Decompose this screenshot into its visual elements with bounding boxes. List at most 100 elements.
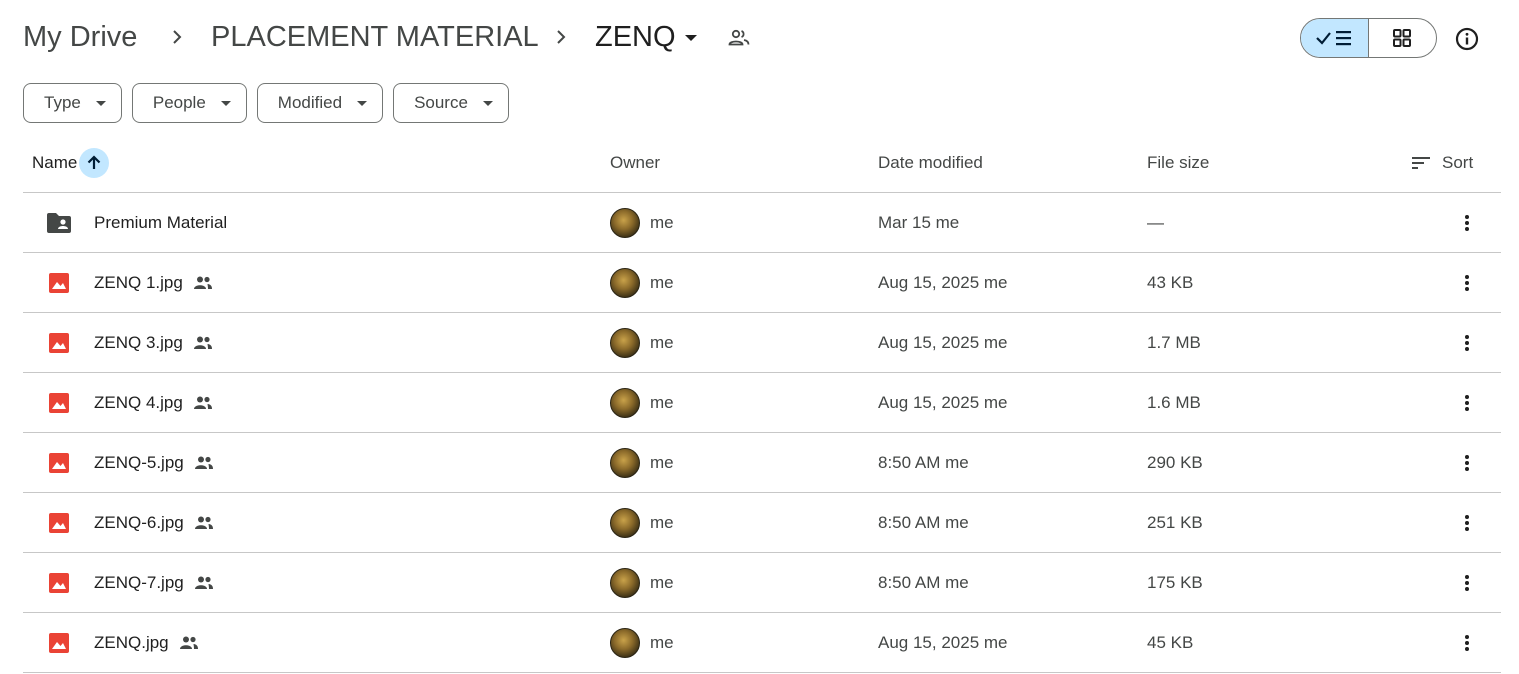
breadcrumb-current-folder[interactable]: ZENQ [595, 18, 676, 56]
column-name-header[interactable]: Name [32, 133, 110, 193]
file-size-cell: 45 KB [1147, 633, 1194, 652]
filter-people[interactable]: People [131, 83, 247, 123]
file-name: ZENQ-5.jpg [94, 453, 184, 472]
avatar [610, 268, 640, 298]
arrow-up-icon[interactable] [79, 148, 110, 178]
more-vert-icon[interactable] [1451, 613, 1483, 673]
table-row[interactable]: ZENQ-5.jpg me 8:50 AM me 290 KB [23, 433, 1501, 493]
filter-type[interactable]: Type [23, 83, 122, 123]
filter-label: People [152, 93, 206, 112]
date-modified-cell: 8:50 AM me [878, 573, 969, 592]
filter-label: Type [44, 93, 81, 112]
people-icon [179, 635, 199, 651]
chevron-right-icon [167, 27, 187, 47]
people-icon[interactable] [727, 26, 751, 50]
caret-down-icon[interactable] [681, 28, 701, 48]
date-modified-cell: Mar 15 me [878, 213, 960, 232]
file-list: Premium Material me Mar 15 me — ZENQ 1.jpg me… [23, 193, 1501, 673]
date-modified-cell: Aug 15, 2025 me [878, 633, 1008, 652]
file-size-cell: 43 KB [1147, 273, 1194, 292]
image-file-icon [45, 313, 73, 373]
file-name-cell[interactable]: ZENQ.jpg [94, 613, 199, 673]
more-vert-icon[interactable] [1451, 553, 1483, 613]
file-name-cell[interactable]: ZENQ 3.jpg [94, 313, 213, 373]
table-row[interactable]: ZENQ.jpg me Aug 15, 2025 me 45 KB [23, 613, 1501, 673]
file-size-cell: 175 KB [1147, 573, 1203, 592]
column-date-modified-header[interactable]: Date modified [878, 133, 983, 193]
check-list-icon [1316, 31, 1352, 46]
avatar [610, 328, 640, 358]
image-file-icon [45, 433, 73, 493]
table-row[interactable]: ZENQ 4.jpg me Aug 15, 2025 me 1.6 MB [23, 373, 1501, 433]
more-vert-icon[interactable] [1451, 193, 1483, 253]
file-size-cell: 1.7 MB [1147, 333, 1201, 352]
table-row[interactable]: ZENQ 1.jpg me Aug 15, 2025 me 43 KB [23, 253, 1501, 313]
avatar [610, 508, 640, 538]
table-row[interactable]: ZENQ 3.jpg me Aug 15, 2025 me 1.7 MB [23, 313, 1501, 373]
column-file-size-header[interactable]: File size [1147, 133, 1209, 193]
people-icon [194, 575, 214, 591]
avatar [610, 208, 640, 238]
owner-cell: me [610, 253, 674, 313]
more-vert-icon[interactable] [1451, 373, 1483, 433]
people-icon [193, 335, 213, 351]
owner-cell: me [610, 313, 674, 373]
file-name-cell[interactable]: Premium Material [94, 193, 227, 253]
more-vert-icon[interactable] [1451, 433, 1483, 493]
more-vert-icon[interactable] [1451, 313, 1483, 373]
header: My Drive PLACEMENT MATERIAL ZENQ [0, 0, 1519, 76]
file-name-cell[interactable]: ZENQ 4.jpg [94, 373, 213, 433]
info-icon[interactable] [1454, 26, 1480, 52]
chevron-right-icon [551, 27, 571, 47]
column-owner-header: Owner [610, 153, 661, 172]
grid-view-button[interactable] [1369, 19, 1437, 57]
table-row[interactable]: Premium Material me Mar 15 me — [23, 193, 1501, 253]
more-vert-icon[interactable] [1451, 493, 1483, 553]
file-size-cell: 290 KB [1147, 453, 1203, 472]
file-name-cell[interactable]: ZENQ-7.jpg [94, 553, 214, 613]
image-file-icon [45, 373, 73, 433]
people-icon [193, 275, 213, 291]
people-icon [193, 395, 213, 411]
owner-name: me [650, 513, 674, 532]
table-row[interactable]: ZENQ-7.jpg me 8:50 AM me 175 KB [23, 553, 1501, 613]
file-name-cell[interactable]: ZENQ-5.jpg [94, 433, 214, 493]
date-modified-cell: 8:50 AM me [878, 453, 969, 472]
more-vert-icon[interactable] [1451, 253, 1483, 313]
image-file-icon [45, 553, 73, 613]
file-name-cell[interactable]: ZENQ 1.jpg [94, 253, 213, 313]
file-size-cell: 1.6 MB [1147, 393, 1201, 412]
caret-down-icon [357, 101, 368, 106]
owner-name: me [650, 573, 674, 592]
caret-down-icon [95, 101, 106, 106]
owner-name: me [650, 453, 674, 472]
date-modified-cell: Aug 15, 2025 me [878, 393, 1008, 412]
sort-label: Sort [1442, 153, 1474, 172]
owner-name: me [650, 333, 674, 352]
file-size-cell: 251 KB [1147, 513, 1203, 532]
owner-name: me [650, 273, 674, 292]
filter-label: Source [414, 93, 468, 112]
breadcrumb-placement-material[interactable]: PLACEMENT MATERIAL [211, 18, 539, 56]
file-name: ZENQ 1.jpg [94, 273, 183, 292]
filter-chips: Type People Modified Source [23, 83, 509, 123]
filter-source[interactable]: Source [393, 83, 509, 123]
owner-name: me [650, 213, 674, 232]
table-row[interactable]: ZENQ-6.jpg me 8:50 AM me 251 KB [23, 493, 1501, 553]
file-name-cell[interactable]: ZENQ-6.jpg [94, 493, 214, 553]
breadcrumb-my-drive[interactable]: My Drive [23, 18, 137, 56]
list-view-button[interactable] [1301, 19, 1369, 57]
file-name: ZENQ 3.jpg [94, 333, 183, 352]
caret-down-icon [220, 101, 231, 106]
view-toggle [1300, 18, 1437, 58]
owner-cell: me [610, 373, 674, 433]
owner-cell: me [610, 493, 674, 553]
file-name: ZENQ.jpg [94, 633, 169, 652]
column-name-label: Name [32, 153, 78, 172]
avatar [610, 388, 640, 418]
sort-button[interactable]: Sort [1410, 133, 1473, 193]
filter-modified[interactable]: Modified [256, 83, 384, 123]
owner-name: me [650, 393, 674, 412]
avatar [610, 628, 640, 658]
people-icon [194, 455, 214, 471]
